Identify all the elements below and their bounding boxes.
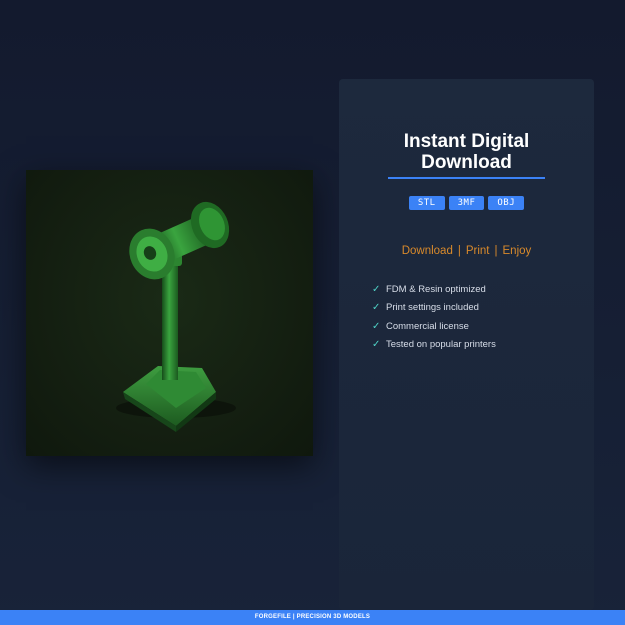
check-icon: ✓ bbox=[372, 320, 381, 332]
feature-list: ✓ FDM & Resin optimized ✓ Print settings i… bbox=[372, 281, 496, 354]
format-badge-obj: OBJ bbox=[488, 196, 525, 210]
feature-item: ✓ Print settings included bbox=[372, 299, 496, 317]
model-render bbox=[116, 201, 236, 432]
action-separator: | bbox=[457, 245, 461, 257]
feature-label: FDM & Resin optimized bbox=[386, 284, 486, 295]
action-enjoy: Enjoy bbox=[502, 245, 532, 257]
format-badges: STL 3MF OBJ bbox=[339, 196, 594, 210]
action-steps: Download | Print | Enjoy bbox=[339, 244, 594, 258]
action-print: Print bbox=[465, 245, 490, 257]
action-download: Download bbox=[401, 245, 453, 257]
feature-item: ✓ Tested on popular printers bbox=[372, 336, 496, 354]
card-title-line2: Download bbox=[421, 152, 512, 173]
format-badge-stl: STL bbox=[408, 196, 445, 210]
title-underline bbox=[388, 177, 545, 179]
feature-label: Print settings included bbox=[386, 302, 479, 314]
check-icon: ✓ bbox=[372, 338, 381, 350]
feature-label: Tested on popular printers bbox=[386, 338, 496, 350]
format-badge-3mf: 3MF bbox=[448, 196, 485, 210]
feature-item: ✓ Commercial license bbox=[372, 318, 496, 336]
action-separator: | bbox=[494, 245, 498, 257]
footer-text: FORGEFILE | PRECISION 3D MODELS bbox=[254, 614, 371, 620]
info-card: Instant Digital Download STL 3MF OBJ Dow… bbox=[339, 79, 594, 610]
feature-item: ✓ FDM & Resin optimized bbox=[372, 281, 496, 299]
card-title: Instant Digital Download bbox=[339, 131, 594, 173]
check-icon: ✓ bbox=[372, 302, 381, 314]
product-image bbox=[26, 170, 313, 456]
check-icon: ✓ bbox=[372, 284, 381, 295]
feature-label: Commercial license bbox=[386, 320, 469, 332]
card-title-line1: Instant Digital bbox=[403, 131, 530, 152]
footer-bar: FORGEFILE | PRECISION 3D MODELS bbox=[0, 610, 625, 625]
